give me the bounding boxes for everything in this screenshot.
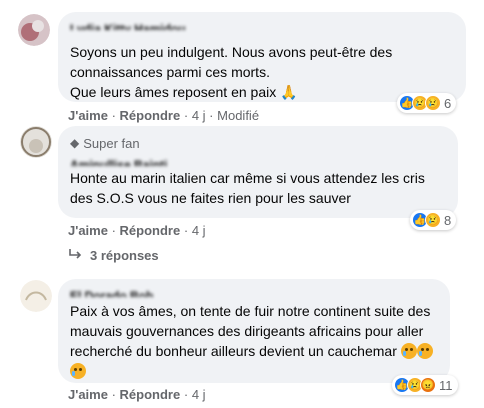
like-button[interactable]: J'aime — [68, 223, 108, 238]
separator: · — [111, 108, 116, 123]
comment-author[interactable]: Lydia Kitty Hamidou — [70, 20, 454, 30]
comment-author[interactable]: El Dorado Bob — [70, 287, 438, 297]
reply-button[interactable]: Répondre — [120, 387, 181, 402]
avatar[interactable] — [20, 126, 52, 158]
comment-actions: J'aime · Répondre · 4 j — [68, 387, 206, 402]
replies-label: 3 réponses — [90, 248, 159, 263]
separator: · — [111, 223, 116, 238]
reactions-summary[interactable]: 👍 😢 😠 11 — [392, 375, 458, 395]
sad-emoji — [70, 363, 86, 379]
reply-arrow-icon — [68, 248, 82, 263]
reaction-count: 6 — [444, 95, 452, 111]
comment-author[interactable]: Aminullise Bainti — [70, 156, 446, 166]
comment-actions: J'aime · Répondre · 4 j — [68, 223, 206, 238]
view-replies-button[interactable]: 3 réponses — [68, 248, 159, 263]
separator: · — [183, 387, 189, 402]
comment-bubble: ◆ Super fan Aminullise Bainti Honte au m… — [58, 126, 458, 218]
separator: · — [183, 108, 189, 123]
comment-bubble: El Dorado Bob Paix à vos âmes, on tente … — [58, 279, 450, 383]
avatar[interactable] — [20, 280, 52, 312]
angry-reaction-icon: 😠 — [420, 377, 436, 393]
sad-reaction-icon: 😢 — [425, 212, 441, 228]
sad-reaction-icon: 😢 — [425, 95, 441, 111]
comment-bubble: Lydia Kitty Hamidou Soyons un peu indulg… — [58, 12, 466, 102]
separator: · — [111, 387, 116, 402]
comment-text: Honte au marin italien car même si vous … — [70, 170, 425, 206]
super-fan-badge: ◆ Super fan — [70, 134, 446, 152]
comment-time[interactable]: 4 j — [192, 387, 206, 402]
comment-text: Paix à vos âmes, on tente de fuir notre … — [70, 301, 438, 381]
reaction-count: 8 — [444, 212, 452, 228]
reactions-summary[interactable]: 👍 😢 😢 6 — [397, 93, 457, 113]
like-button[interactable]: J'aime — [68, 108, 108, 123]
reactions-summary[interactable]: 👍 😢 8 — [410, 210, 457, 230]
pray-emoji: 🙏 — [280, 84, 298, 100]
comment-text: Soyons un peu indulgent. Nous avons peut… — [70, 44, 393, 100]
edited-label: Modifié — [217, 108, 260, 123]
separator: · — [183, 223, 189, 238]
separator: · — [209, 108, 214, 123]
comment-time[interactable]: 4 j — [192, 108, 206, 123]
reaction-count: 11 — [439, 377, 453, 393]
comment-actions: J'aime · Répondre · 4 j · Modifié — [68, 108, 259, 123]
sad-emoji — [416, 343, 433, 359]
reply-button[interactable]: Répondre — [120, 108, 181, 123]
diamond-icon: ◆ — [70, 136, 80, 150]
comment-time[interactable]: 4 j — [192, 223, 206, 238]
avatar[interactable] — [18, 14, 50, 46]
badge-label: Super fan — [83, 135, 140, 151]
like-button[interactable]: J'aime — [68, 387, 108, 402]
reply-button[interactable]: Répondre — [120, 223, 181, 238]
sad-emoji — [400, 343, 417, 359]
